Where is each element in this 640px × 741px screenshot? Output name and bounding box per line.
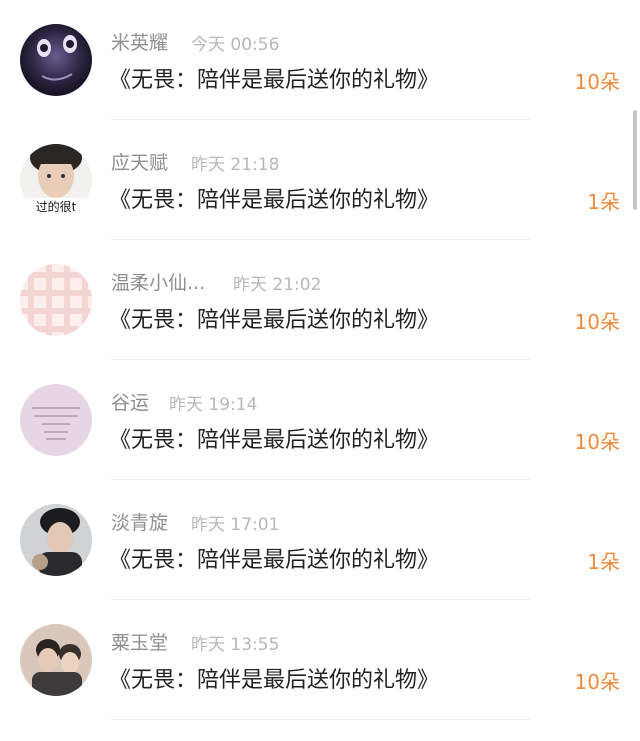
divider [111, 719, 530, 720]
list-item[interactable]: 粟玉堂 昨天 13:55 《无畏：陪伴是最后送你的礼物》 10朵 [0, 600, 640, 720]
avatar[interactable] [20, 384, 92, 456]
gift-count: 10朵 [574, 430, 620, 454]
avatar[interactable]: 过的很t [20, 144, 92, 216]
timestamp: 昨天 13:55 [191, 635, 280, 655]
user-name[interactable]: 谷运 [111, 388, 149, 415]
timestamp: 昨天 17:01 [191, 515, 280, 535]
work-title[interactable]: 《无畏：陪伴是最后送你的礼物》 [109, 662, 439, 694]
work-title[interactable]: 《无畏：陪伴是最后送你的礼物》 [109, 182, 439, 214]
gift-count: 10朵 [574, 70, 620, 94]
work-title[interactable]: 《无畏：陪伴是最后送你的礼物》 [109, 302, 439, 334]
list-item[interactable]: 谷运 昨天 19:14 《无畏：陪伴是最后送你的礼物》 10朵 [0, 360, 640, 480]
timestamp: 今天 00:56 [191, 35, 280, 55]
timestamp: 昨天 21:02 [233, 275, 322, 295]
work-title[interactable]: 《无畏：陪伴是最后送你的礼物》 [109, 542, 439, 574]
list-item[interactable]: 过的很t 应天赋 昨天 21:18 《无畏：陪伴是最后送你的礼物》 1朵 [0, 120, 640, 240]
scrollbar[interactable] [633, 110, 637, 210]
user-name[interactable]: 温柔小仙... [111, 268, 205, 295]
user-name[interactable]: 淡青旋 [111, 508, 168, 535]
avatar[interactable] [20, 624, 92, 696]
gift-record-list: 米英耀 今天 00:56 《无畏：陪伴是最后送你的礼物》 10朵 过的很t 应天… [0, 0, 640, 741]
avatar[interactable] [20, 504, 92, 576]
user-name[interactable]: 应天赋 [111, 148, 168, 175]
gift-count: 10朵 [574, 670, 620, 694]
user-name[interactable]: 粟玉堂 [111, 628, 168, 655]
user-name[interactable]: 米英耀 [111, 28, 168, 55]
timestamp: 昨天 21:18 [191, 155, 280, 175]
gift-count: 1朵 [587, 550, 620, 574]
gift-count: 10朵 [574, 310, 620, 334]
work-title[interactable]: 《无畏：陪伴是最后送你的礼物》 [109, 62, 439, 94]
avatar[interactable] [20, 264, 92, 336]
work-title[interactable]: 《无畏：陪伴是最后送你的礼物》 [109, 422, 439, 454]
gift-count: 1朵 [587, 190, 620, 214]
list-item[interactable]: 温柔小仙... 昨天 21:02 《无畏：陪伴是最后送你的礼物》 10朵 [0, 240, 640, 360]
avatar-caption: 过的很t [36, 199, 77, 214]
avatar[interactable] [20, 24, 92, 96]
list-item[interactable]: 米英耀 今天 00:56 《无畏：陪伴是最后送你的礼物》 10朵 [0, 0, 640, 120]
list-item[interactable]: 淡青旋 昨天 17:01 《无畏：陪伴是最后送你的礼物》 1朵 [0, 480, 640, 600]
timestamp: 昨天 19:14 [169, 395, 258, 415]
